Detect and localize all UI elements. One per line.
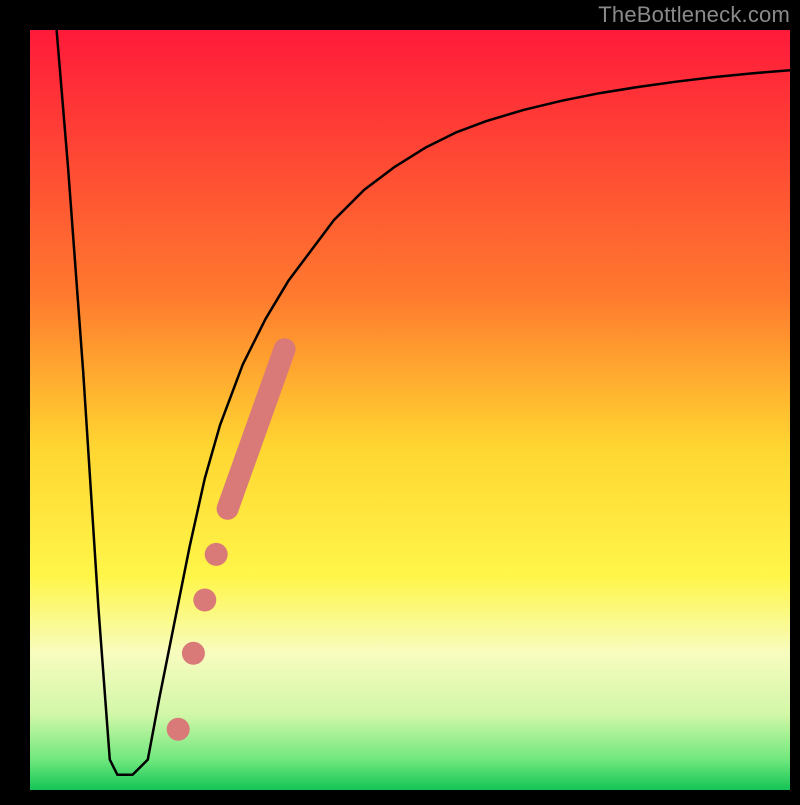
highlight-dots <box>182 642 205 665</box>
highlight-dots <box>167 718 190 741</box>
bottleneck-chart: TheBottleneck.com <box>0 0 800 800</box>
chart-svg <box>0 0 800 800</box>
chart-plot-area <box>30 30 790 790</box>
watermark-text: TheBottleneck.com <box>598 2 790 28</box>
highlight-dots <box>205 543 228 566</box>
highlight-dots <box>193 589 216 612</box>
